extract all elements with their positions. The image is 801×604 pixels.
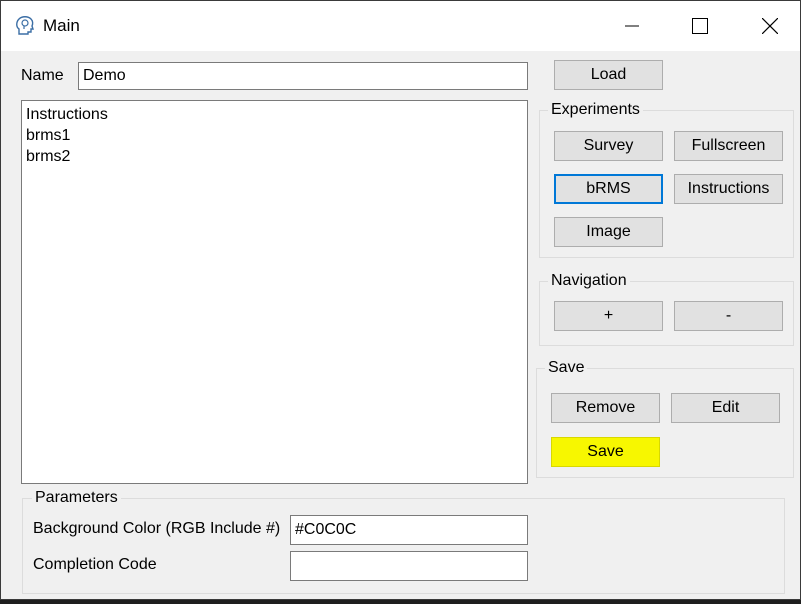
- close-icon: [762, 18, 778, 34]
- edit-button[interactable]: Edit: [671, 393, 780, 423]
- background-color-label: Background Color (RGB Include #): [33, 520, 281, 537]
- completion-code-input[interactable]: [290, 551, 528, 581]
- close-button[interactable]: [735, 1, 801, 51]
- fullscreen-button[interactable]: Fullscreen: [674, 131, 783, 161]
- experiment-list[interactable]: Instructions brms1 brms2: [21, 100, 528, 484]
- save-group-title: Save: [545, 359, 588, 377]
- background-color-input[interactable]: [290, 515, 528, 545]
- remove-button[interactable]: Remove: [551, 393, 660, 423]
- parameters-title: Parameters: [32, 489, 121, 507]
- name-input[interactable]: [78, 62, 528, 90]
- head-icon: [13, 14, 37, 38]
- nav-plus-button[interactable]: +: [554, 301, 663, 331]
- instructions-button[interactable]: Instructions: [674, 174, 783, 204]
- brms-button[interactable]: bRMS: [554, 174, 663, 204]
- window-shadow: [0, 600, 801, 604]
- title-bar[interactable]: Main: [1, 1, 800, 51]
- minimize-icon: [625, 25, 639, 27]
- completion-code-label: Completion Code: [33, 556, 157, 573]
- save-button[interactable]: Save: [551, 437, 660, 467]
- minimize-button[interactable]: [597, 1, 667, 51]
- load-button[interactable]: Load: [554, 60, 663, 90]
- main-window: Main Name Instructions brms1 brms2 Load …: [0, 0, 801, 600]
- image-button[interactable]: Image: [554, 217, 663, 247]
- nav-minus-button[interactable]: -: [674, 301, 783, 331]
- name-label: Name: [21, 67, 64, 84]
- list-item[interactable]: Instructions: [26, 104, 523, 125]
- navigation-title: Navigation: [548, 272, 630, 290]
- list-item[interactable]: brms1: [26, 125, 523, 146]
- maximize-icon: [692, 18, 708, 34]
- maximize-button[interactable]: [665, 1, 735, 51]
- window-title: Main: [43, 16, 80, 35]
- experiments-title: Experiments: [548, 101, 643, 119]
- list-item[interactable]: brms2: [26, 146, 523, 167]
- survey-button[interactable]: Survey: [554, 131, 663, 161]
